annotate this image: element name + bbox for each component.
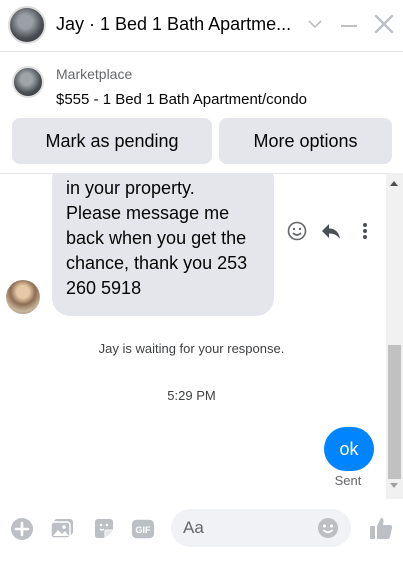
sent-status: Sent bbox=[334, 473, 362, 488]
more-options-button[interactable]: More options bbox=[219, 118, 392, 164]
message-line: chance, thank you 253 bbox=[66, 253, 248, 273]
chevron-down-icon[interactable] bbox=[305, 14, 325, 34]
marketplace-label: Marketplace bbox=[56, 66, 133, 82]
message-line: in your property. bbox=[66, 178, 195, 198]
mark-as-pending-button[interactable]: Mark as pending bbox=[12, 118, 212, 164]
message-input-wrapper bbox=[171, 509, 351, 547]
message-composer: GIF bbox=[0, 499, 403, 564]
plus-icon[interactable] bbox=[10, 517, 34, 541]
message-input[interactable] bbox=[171, 509, 311, 547]
chat-header: Jay · 1 Bed 1 Bath Apartme... bbox=[0, 0, 403, 52]
svg-text:GIF: GIF bbox=[135, 525, 151, 535]
chat-title[interactable]: Jay · 1 Bed 1 Bath Apartme... bbox=[56, 14, 291, 35]
more-icon[interactable] bbox=[354, 220, 376, 242]
waiting-notice: Jay is waiting for your response. bbox=[98, 341, 285, 356]
gif-icon[interactable]: GIF bbox=[131, 517, 155, 541]
thumbs-up-icon[interactable] bbox=[367, 514, 395, 542]
scrollbar-thumb[interactable] bbox=[388, 345, 401, 479]
scroll-up-arrow-icon[interactable] bbox=[390, 181, 398, 186]
photo-icon[interactable] bbox=[50, 517, 74, 541]
message-line: back when you get the bbox=[66, 228, 247, 248]
sender-avatar[interactable] bbox=[6, 280, 40, 314]
close-icon[interactable] bbox=[372, 12, 396, 36]
listing-thumbnail[interactable] bbox=[12, 66, 44, 98]
marketplace-card: Marketplace $555 - 1 Bed 1 Bath Apartmen… bbox=[0, 53, 403, 173]
sticker-icon[interactable] bbox=[92, 517, 116, 541]
listing-title[interactable]: $555 - 1 Bed 1 Bath Apartment/condo bbox=[56, 91, 307, 108]
react-emoji-icon[interactable] bbox=[286, 220, 308, 242]
message-actions bbox=[286, 220, 376, 242]
minimize-icon[interactable] bbox=[338, 14, 360, 36]
incoming-message-bubble: in your property. Please message me back… bbox=[52, 174, 274, 316]
scroll-down-arrow-icon[interactable] bbox=[390, 483, 398, 488]
conversation-area[interactable]: in your property. Please message me back… bbox=[0, 173, 403, 499]
message-line: 260 5918 bbox=[66, 278, 142, 298]
outgoing-message-bubble[interactable]: ok bbox=[324, 427, 374, 471]
avatar[interactable] bbox=[8, 6, 46, 44]
timestamp: 5:29 PM bbox=[167, 388, 216, 403]
emoji-icon[interactable] bbox=[317, 517, 339, 539]
reply-icon[interactable] bbox=[320, 220, 342, 242]
scrollbar[interactable] bbox=[386, 173, 403, 499]
message-line: Please message me bbox=[66, 203, 230, 223]
